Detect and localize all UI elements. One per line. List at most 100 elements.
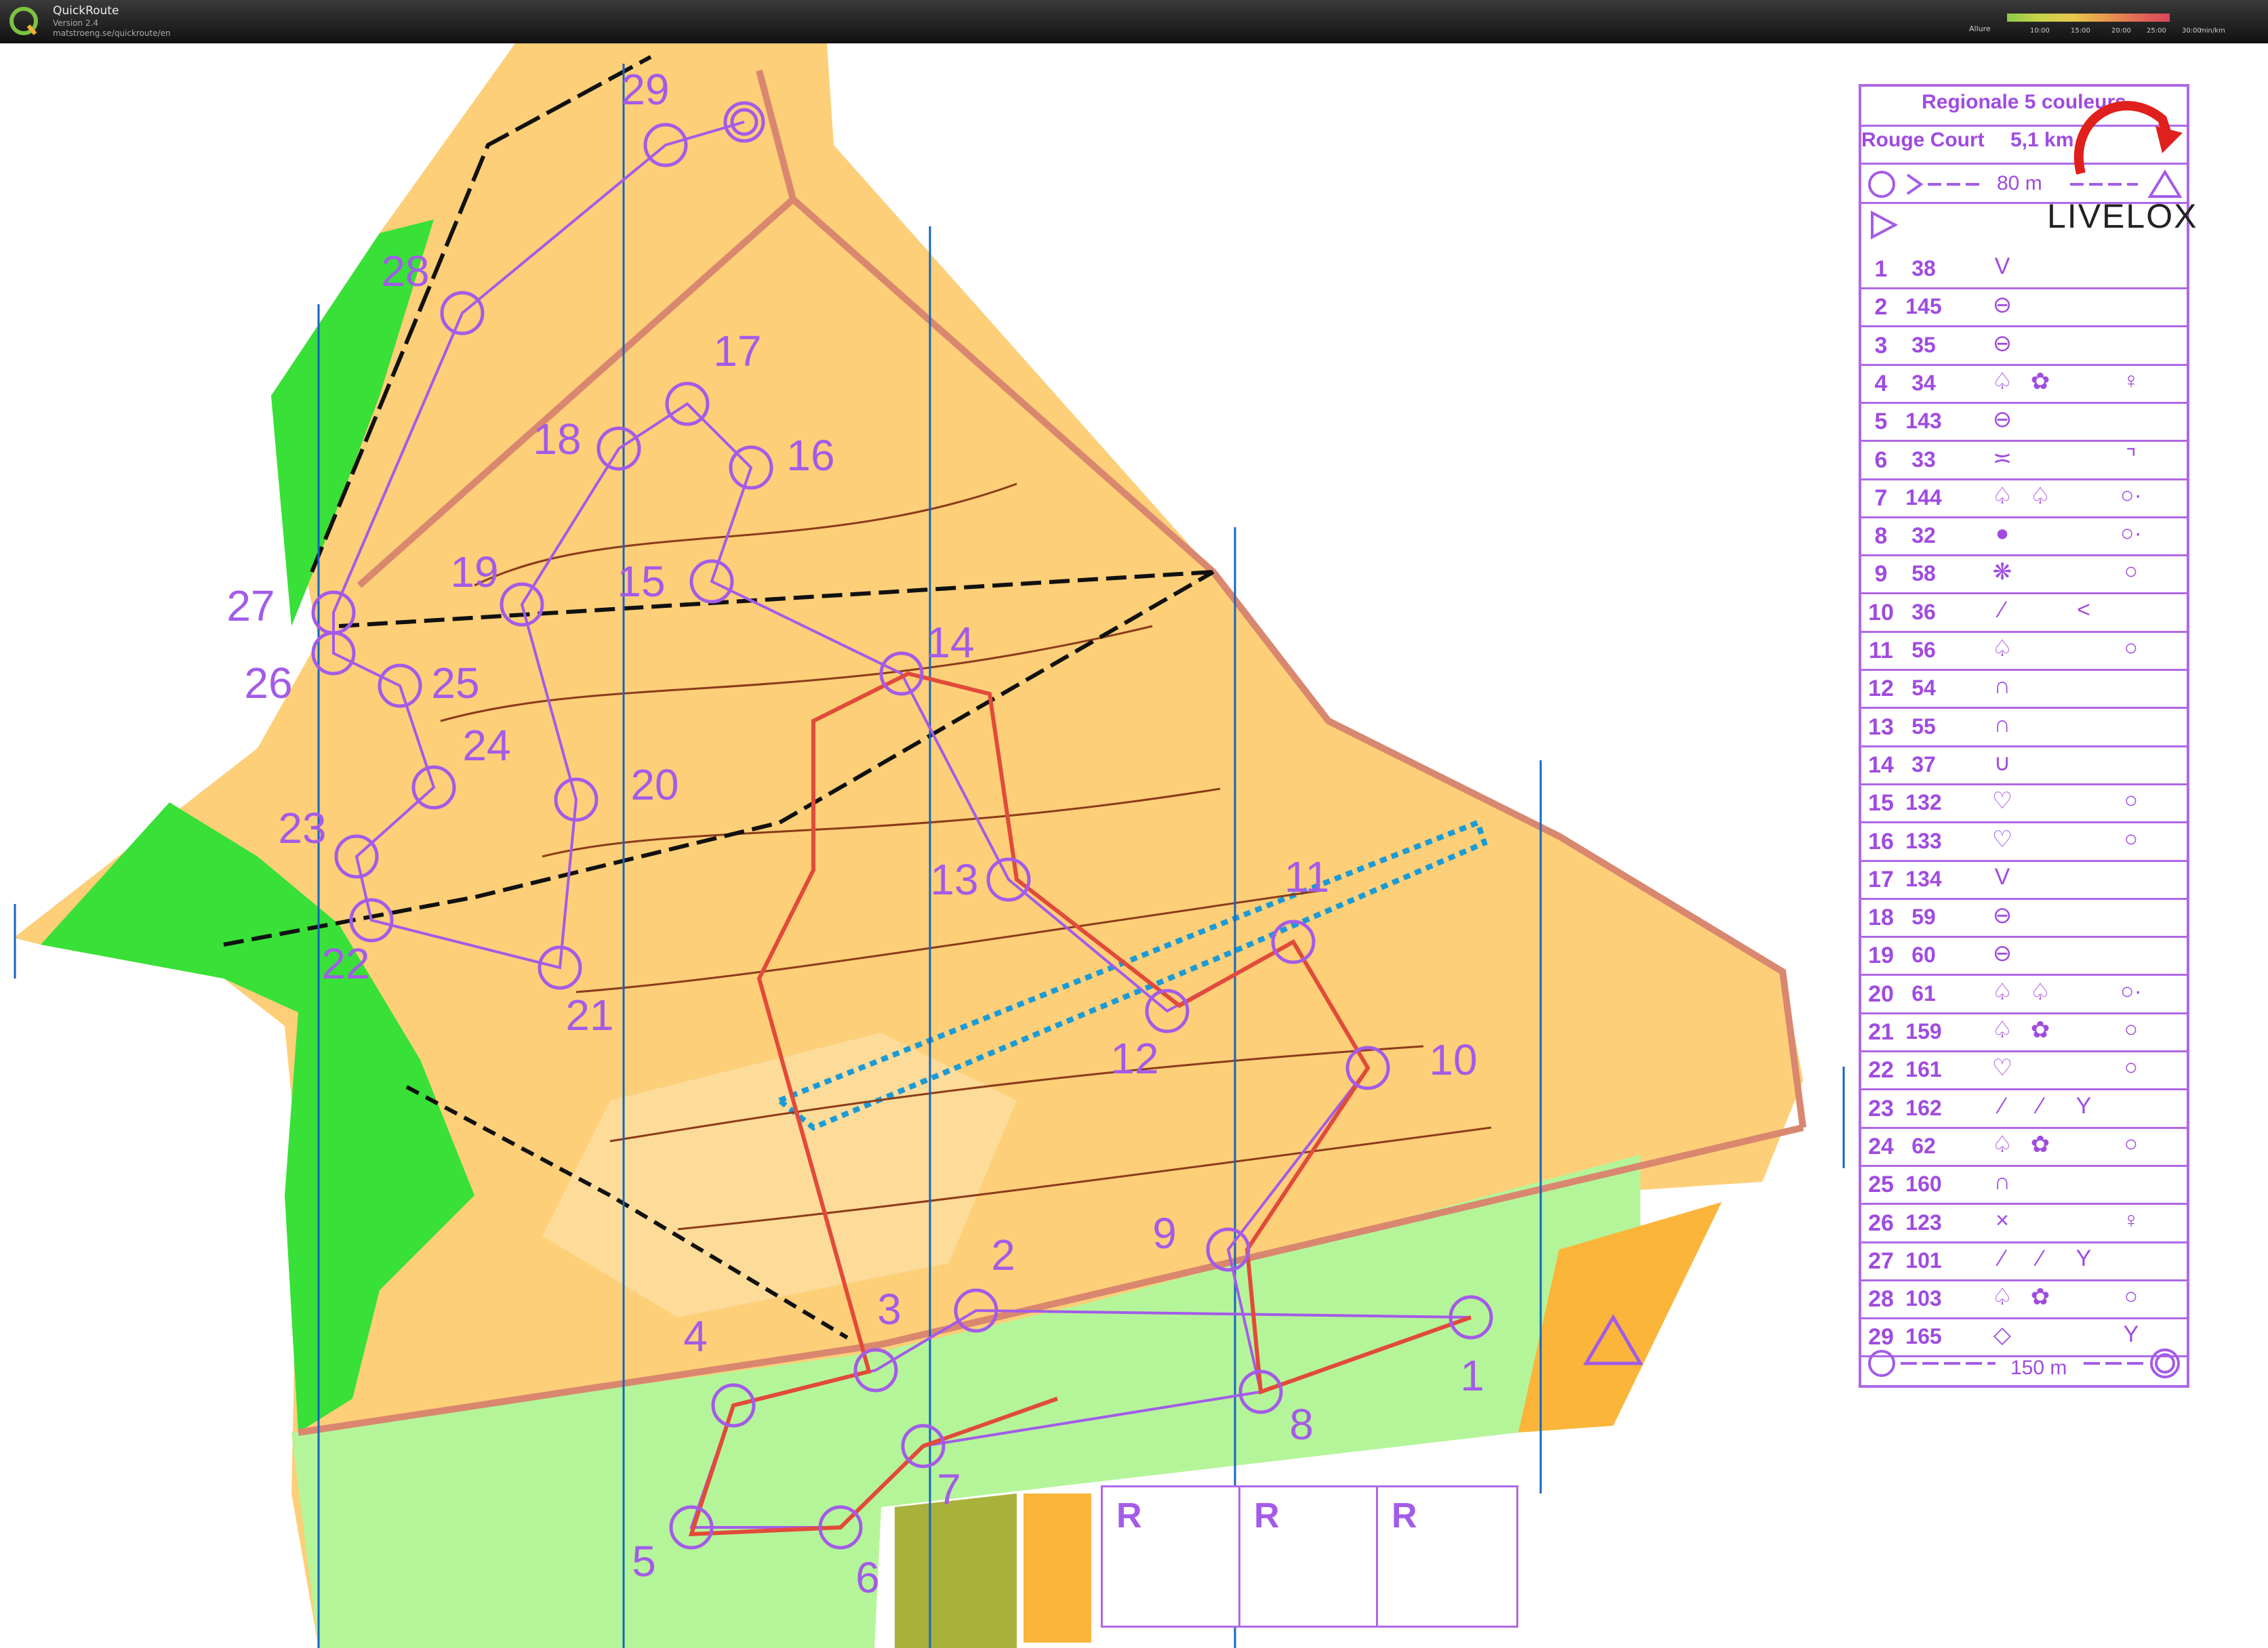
control-number: 10 (1868, 599, 1894, 625)
app-version: Version 2.4 (53, 18, 99, 28)
feature-symbol: ♡ (1991, 826, 2013, 852)
control-number: 13 (1868, 714, 1894, 740)
control-number: 8 (1874, 523, 1888, 550)
control-code: 132 (1905, 790, 1942, 815)
control-label-11: 11 (1284, 852, 1329, 901)
feature-symbol: ⊖ (1992, 407, 2012, 433)
control-number: 12 (1868, 676, 1894, 702)
feature-symbol: ♤ (1991, 636, 2013, 661)
control-row: 25 160 ∩ (1861, 1165, 2187, 1206)
control-code: 55 (1911, 714, 1936, 739)
control-label-8: 8 (1289, 1400, 1314, 1449)
control-label-1: 1 (1460, 1351, 1484, 1400)
location-symbol: ○ (2124, 1016, 2139, 1042)
location-symbol: ○ (2124, 635, 2139, 661)
control-label-26: 26 (244, 659, 292, 707)
control-number: 28 (1868, 1286, 1894, 1313)
pace-tick: 30:00 (2182, 27, 2202, 35)
control-number: 3 (1874, 332, 1888, 358)
feature-symbol: ♡ (1991, 788, 2013, 815)
location-symbol: ○ (2124, 825, 2139, 852)
location-symbol: ♀ (2122, 1207, 2140, 1233)
control-number: 17 (1868, 866, 1894, 892)
restricted-letter: R (1116, 1496, 1142, 1536)
control-number: 1 (1874, 256, 1888, 282)
control-code: 103 (1905, 1286, 1942, 1311)
app-titlebar: QuickRoute Version 2.4 matstroeng.se/qui… (0, 0, 2268, 43)
control-row: 24 62 ♤ ✿ ○ (1861, 1127, 2187, 1167)
control-label-16: 16 (786, 431, 834, 480)
feature-symbol: ♤ (1991, 1131, 2013, 1157)
control-row: 2 145 ⊖ (1861, 287, 2187, 328)
restricted-cell: R (1378, 1487, 1514, 1626)
appearance-symbol: ♤ (2029, 979, 2051, 1005)
location-symbol: ○· (2120, 978, 2142, 1004)
quickroute-logo-icon (9, 7, 38, 35)
control-code: 33 (1911, 447, 1936, 472)
pace-tick: 25:00 (2147, 27, 2166, 35)
control-row: 12 54 ∩ (1861, 669, 2187, 709)
control-number: 19 (1868, 943, 1894, 969)
control-label-20: 20 (630, 760, 679, 809)
control-row: 19 60 ⊖ (1861, 936, 2187, 976)
livelox-swoosh-icon (2073, 101, 2183, 175)
control-label-9: 9 (1152, 1209, 1177, 1258)
control-label-14: 14 (926, 618, 974, 667)
control-code: 101 (1905, 1248, 1942, 1273)
start-leg-distance: 80 m (1997, 172, 2042, 194)
control-code: 160 (1905, 1172, 1942, 1197)
feature-symbol: ∩ (1993, 673, 2011, 699)
control-label-2: 2 (991, 1231, 1015, 1279)
location-symbol: ○· (2120, 482, 2142, 508)
control-label-10: 10 (1429, 1035, 1477, 1084)
control-label-19: 19 (450, 548, 498, 596)
control-code: 123 (1905, 1210, 1942, 1235)
appearance-symbol: ⁄ (2038, 1245, 2042, 1271)
feature-symbol: V (1994, 253, 2010, 279)
restricted-letter: R (1254, 1496, 1280, 1536)
location-symbol: ○ (2124, 1054, 2139, 1081)
control-label-28: 28 (381, 247, 429, 295)
pace-tick: 20:00 (2111, 27, 2131, 35)
control-number: 6 (1874, 447, 1888, 473)
control-number: 26 (1868, 1210, 1894, 1236)
location-symbol: ♀ (2122, 367, 2140, 394)
location-symbol: Y (2123, 1321, 2139, 1348)
feature-symbol: ⁄ (2000, 1245, 2004, 1271)
control-label-17: 17 (713, 327, 761, 375)
feature-symbol: ⊖ (1992, 292, 2012, 318)
pace-tick: 15:00 (2071, 27, 2090, 35)
control-code: 145 (1905, 294, 1942, 319)
control-code: 162 (1905, 1095, 1942, 1120)
control-code: 61 (1911, 981, 1936, 1006)
restricted-areas-box: R R R (1101, 1485, 1518, 1628)
control-row: 6 33 ≍ ⌝ (1861, 440, 2187, 480)
control-label-4: 4 (683, 1312, 708, 1361)
control-label-12: 12 (1110, 1034, 1158, 1083)
control-row: 15 132 ♡ ○ (1861, 783, 2187, 824)
control-code: 37 (1911, 751, 1936, 777)
control-number: 15 (1868, 790, 1894, 817)
location-symbol: ○ (2124, 1130, 2139, 1157)
control-description-sheet: Regionale 5 couleurs Rouge Court 5,1 km … (1859, 84, 2189, 1388)
control-number: 4 (1874, 370, 1888, 396)
control-label-18: 18 (533, 415, 581, 464)
feature-symbol: ♤ (1991, 979, 2013, 1005)
control-number: 22 (1868, 1057, 1894, 1084)
pace-color-bar (2007, 14, 2170, 22)
control-number: 7 (1874, 485, 1888, 511)
appearance-symbol: ✿ (2030, 1017, 2050, 1043)
course-name: Rouge Court (1861, 129, 1985, 151)
appearance-symbol: ✿ (2030, 1131, 2050, 1157)
restricted-letter: R (1392, 1496, 1417, 1536)
restricted-cell: R (1103, 1487, 1240, 1626)
control-code: 134 (1905, 866, 1942, 891)
location-symbol: ○ (2124, 787, 2139, 814)
control-label-27: 27 (226, 581, 275, 630)
control-row: 16 133 ♡ ○ (1861, 822, 2187, 862)
control-number: 20 (1868, 981, 1894, 1007)
detail-symbol: Y (2075, 1245, 2092, 1271)
control-code: 36 (1911, 599, 1936, 624)
detail-symbol: < (2077, 596, 2090, 623)
feature-symbol: × (1996, 1207, 2009, 1233)
